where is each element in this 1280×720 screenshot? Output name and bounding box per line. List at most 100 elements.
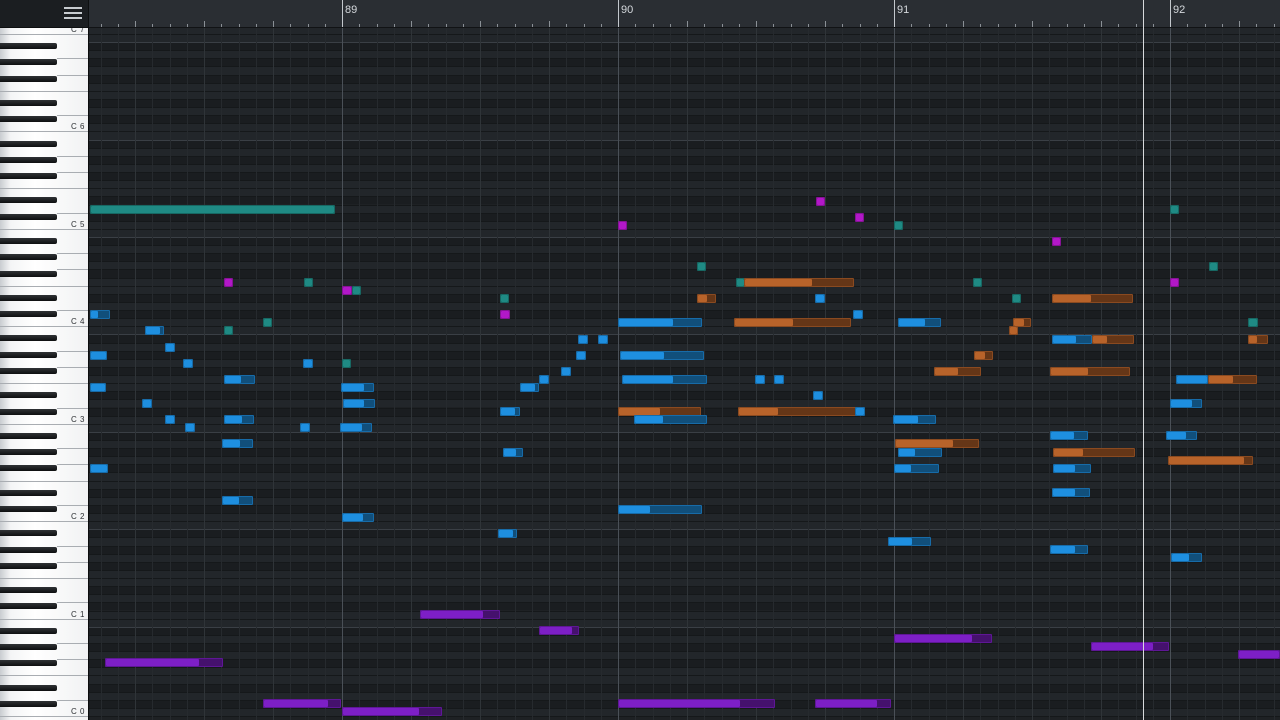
- midi-note-orange[interactable]: [1168, 456, 1253, 465]
- midi-note-magenta[interactable]: [1170, 278, 1179, 287]
- midi-note-purple[interactable]: [894, 634, 992, 643]
- midi-note-magenta[interactable]: [618, 221, 627, 230]
- piano-roll-grid[interactable]: [89, 28, 1280, 720]
- black-key[interactable]: [0, 197, 57, 204]
- midi-note-orange[interactable]: [934, 367, 981, 376]
- black-key[interactable]: [0, 587, 57, 594]
- midi-note-teal[interactable]: [224, 326, 233, 335]
- midi-note-blue[interactable]: [185, 423, 195, 432]
- midi-note-teal[interactable]: [500, 294, 509, 303]
- black-key[interactable]: [0, 311, 57, 318]
- midi-note-blue[interactable]: [774, 375, 784, 384]
- midi-note-blue[interactable]: [813, 391, 823, 400]
- black-key[interactable]: [0, 644, 57, 651]
- midi-note-blue[interactable]: [1050, 545, 1088, 554]
- black-key[interactable]: [0, 294, 57, 301]
- black-key[interactable]: [0, 603, 57, 610]
- midi-note-blue[interactable]: [898, 448, 942, 457]
- midi-note-blue[interactable]: [755, 375, 765, 384]
- midi-note-purple[interactable]: [539, 626, 579, 635]
- midi-note-purple[interactable]: [618, 699, 775, 708]
- black-key[interactable]: [0, 546, 57, 553]
- midi-note-blue[interactable]: [1050, 431, 1088, 440]
- midi-note-orange[interactable]: [974, 351, 993, 360]
- midi-note-blue[interactable]: [622, 375, 707, 384]
- black-key[interactable]: [0, 173, 57, 180]
- midi-note-blue[interactable]: [815, 294, 825, 303]
- midi-note-blue[interactable]: [894, 464, 939, 473]
- midi-note-blue[interactable]: [165, 415, 175, 424]
- midi-note-blue[interactable]: [343, 399, 375, 408]
- black-key[interactable]: [0, 684, 57, 691]
- black-key[interactable]: [0, 392, 57, 399]
- midi-note-blue[interactable]: [853, 310, 863, 319]
- midi-note-blue[interactable]: [222, 439, 253, 448]
- black-key[interactable]: [0, 700, 57, 707]
- midi-note-purple[interactable]: [342, 707, 442, 716]
- black-key[interactable]: [0, 100, 57, 106]
- black-key[interactable]: [0, 59, 57, 66]
- midi-note-teal[interactable]: [342, 359, 351, 368]
- midi-note-teal[interactable]: [90, 205, 335, 214]
- midi-note-blue[interactable]: [1053, 464, 1091, 473]
- black-key[interactable]: [0, 116, 57, 123]
- midi-note-blue[interactable]: [578, 335, 588, 344]
- midi-note-orange[interactable]: [738, 407, 856, 416]
- black-key[interactable]: [0, 75, 57, 82]
- midi-note-blue[interactable]: [520, 383, 539, 392]
- midi-note-orange[interactable]: [734, 318, 851, 327]
- midi-note-teal[interactable]: [1248, 318, 1258, 327]
- black-key[interactable]: [0, 506, 57, 512]
- midi-note-teal[interactable]: [263, 318, 272, 327]
- midi-note-magenta[interactable]: [342, 286, 352, 295]
- midi-note-teal[interactable]: [973, 278, 982, 287]
- midi-note-blue[interactable]: [341, 383, 374, 392]
- midi-note-orange[interactable]: [744, 278, 854, 287]
- midi-note-blue[interactable]: [1052, 488, 1090, 497]
- midi-note-blue[interactable]: [90, 383, 106, 392]
- black-key[interactable]: [0, 156, 57, 163]
- black-key[interactable]: [0, 465, 57, 472]
- midi-note-orange[interactable]: [895, 439, 979, 448]
- midi-note-orange[interactable]: [1052, 294, 1133, 303]
- midi-note-blue[interactable]: [618, 318, 702, 327]
- midi-note-teal[interactable]: [352, 286, 361, 295]
- midi-note-orange[interactable]: [1009, 326, 1018, 335]
- midi-note-blue[interactable]: [561, 367, 571, 376]
- midi-note-teal[interactable]: [1170, 205, 1179, 214]
- midi-note-blue[interactable]: [165, 343, 175, 352]
- black-key[interactable]: [0, 140, 57, 147]
- midi-note-orange[interactable]: [1050, 367, 1130, 376]
- black-key[interactable]: [0, 432, 57, 439]
- midi-note-blue[interactable]: [1166, 431, 1197, 440]
- midi-note-blue[interactable]: [1170, 399, 1202, 408]
- midi-note-blue[interactable]: [222, 496, 253, 505]
- midi-note-blue[interactable]: [1171, 553, 1202, 562]
- midi-note-blue[interactable]: [888, 537, 931, 546]
- midi-note-orange[interactable]: [1208, 375, 1257, 384]
- midi-note-blue[interactable]: [1176, 375, 1208, 384]
- timeline-ruler[interactable]: 89 90 91 92: [89, 0, 1280, 28]
- midi-note-teal[interactable]: [304, 278, 313, 287]
- midi-note-blue[interactable]: [90, 351, 107, 360]
- black-key[interactable]: [0, 351, 57, 358]
- midi-note-blue[interactable]: [634, 415, 707, 424]
- midi-note-purple[interactable]: [420, 610, 500, 619]
- midi-note-blue[interactable]: [498, 529, 517, 538]
- black-key[interactable]: [0, 213, 57, 220]
- hamburger-menu-icon[interactable]: [64, 5, 82, 20]
- midi-note-teal[interactable]: [1012, 294, 1021, 303]
- black-key[interactable]: [0, 270, 57, 277]
- midi-note-blue[interactable]: [142, 399, 152, 408]
- midi-note-magenta[interactable]: [224, 278, 233, 287]
- playhead[interactable]: [1143, 0, 1144, 720]
- midi-note-blue[interactable]: [893, 415, 936, 424]
- midi-note-purple[interactable]: [1238, 650, 1280, 659]
- midi-note-blue[interactable]: [90, 310, 110, 319]
- midi-note-blue[interactable]: [898, 318, 941, 327]
- midi-note-blue[interactable]: [618, 505, 702, 514]
- black-key[interactable]: [0, 367, 57, 374]
- black-key[interactable]: [0, 660, 57, 667]
- midi-note-teal[interactable]: [1209, 262, 1218, 271]
- midi-note-orange[interactable]: [697, 294, 716, 303]
